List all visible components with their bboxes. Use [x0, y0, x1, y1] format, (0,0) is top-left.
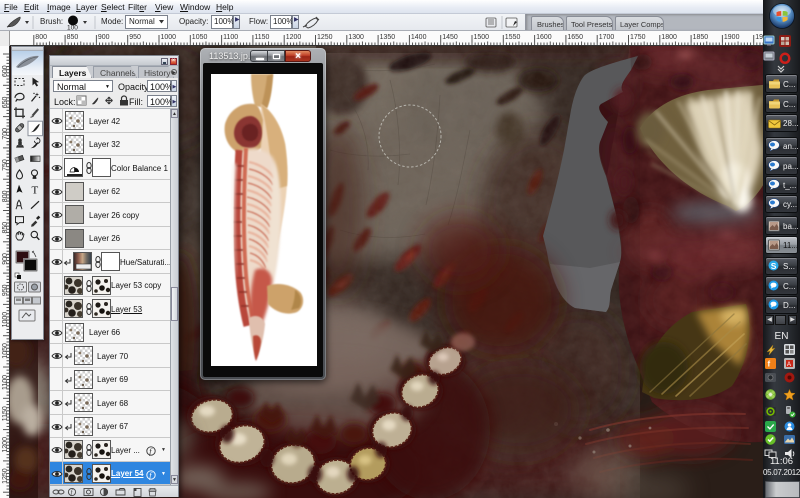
- svg-text:f: f: [768, 360, 771, 369]
- svg-text:1750: 1750: [630, 34, 646, 41]
- svg-text:1000: 1000: [161, 34, 177, 41]
- svg-text:1650: 1650: [567, 34, 583, 41]
- svg-text:1400: 1400: [411, 34, 427, 41]
- svg-text:1250: 1250: [317, 34, 333, 41]
- svg-text:900: 900: [98, 34, 110, 41]
- svg-text:1600: 1600: [536, 34, 552, 41]
- svg-text:850: 850: [67, 34, 79, 41]
- svg-text:T: T: [32, 184, 39, 196]
- svg-text:1300: 1300: [348, 34, 364, 41]
- svg-text:A: A: [787, 362, 791, 368]
- svg-text:1900: 1900: [724, 34, 740, 41]
- svg-text:1500: 1500: [474, 34, 490, 41]
- svg-text:950: 950: [129, 34, 141, 41]
- svg-text:1800: 1800: [661, 34, 677, 41]
- svg-text:1950: 1950: [755, 34, 763, 41]
- svg-text:1350: 1350: [380, 34, 396, 41]
- svg-text:1550: 1550: [505, 34, 521, 41]
- svg-text:1100: 1100: [223, 34, 238, 41]
- svg-text:800: 800: [35, 34, 47, 41]
- svg-text:1700: 1700: [599, 34, 615, 41]
- svg-text:1850: 1850: [693, 34, 709, 41]
- svg-text:1450: 1450: [442, 34, 458, 41]
- svg-text:1050: 1050: [192, 34, 208, 41]
- svg-text:S: S: [771, 261, 777, 271]
- svg-text:1150: 1150: [254, 34, 269, 41]
- svg-text:1200: 1200: [286, 34, 302, 41]
